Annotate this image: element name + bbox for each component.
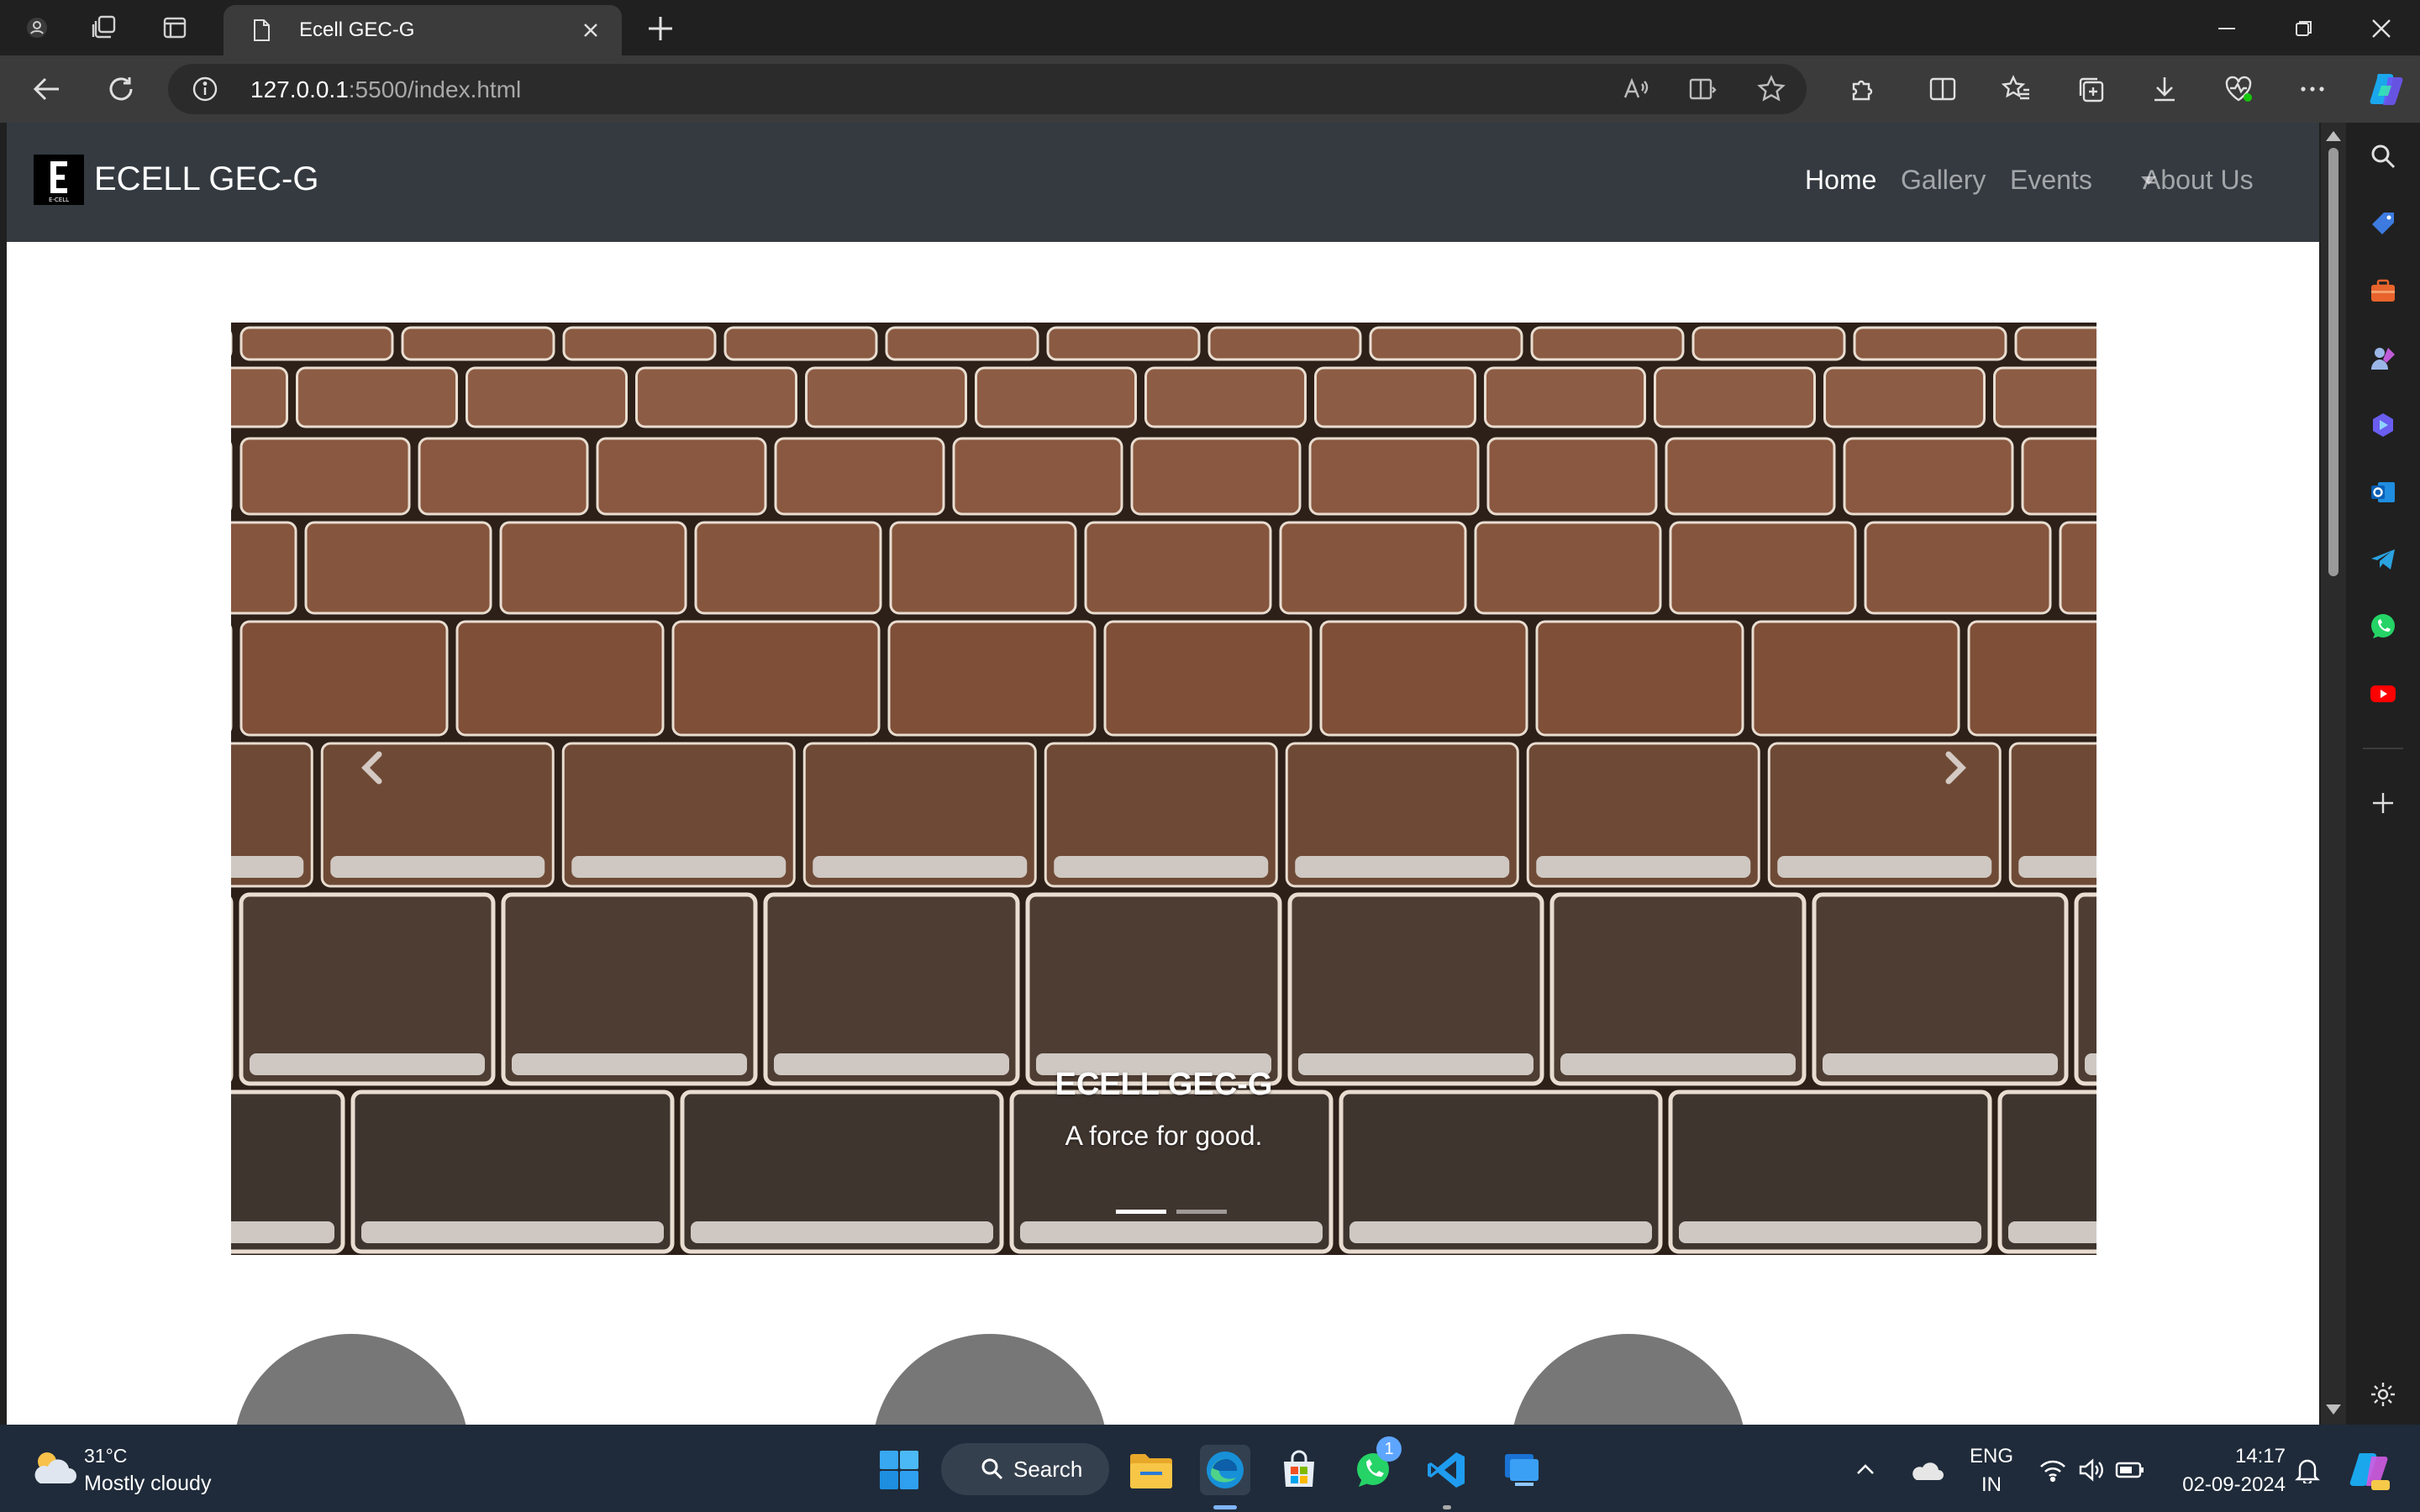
notification-bell-icon[interactable]: [2291, 1445, 2324, 1495]
copilot-icon[interactable]: [2366, 69, 2407, 109]
vscode-icon[interactable]: [1422, 1445, 1472, 1495]
taskbar-search[interactable]: Search: [941, 1443, 1109, 1495]
feature-circle-3: [1511, 1334, 1746, 1425]
nav-gallery[interactable]: Gallery: [1901, 165, 1986, 196]
carousel-indicator-2[interactable]: [1176, 1210, 1227, 1214]
battery-icon[interactable]: [2114, 1445, 2146, 1495]
new-tab-icon[interactable]: [644, 12, 677, 45]
workspaces-icon[interactable]: [87, 11, 121, 45]
restore-icon[interactable]: [2284, 10, 2324, 47]
sidebar-search-icon[interactable]: [2366, 139, 2400, 173]
outlook-icon[interactable]: [2366, 475, 2400, 509]
wifi-icon[interactable]: [2037, 1445, 2069, 1495]
page-icon: [254, 19, 270, 41]
address-bar[interactable]: 127.0.0.1:5500/index.html: [168, 64, 1807, 114]
feature-circle-1: [234, 1334, 469, 1425]
edge-active-indicator: [1213, 1505, 1237, 1509]
read-aloud-icon[interactable]: [1620, 74, 1650, 104]
split-screen-icon[interactable]: [1926, 72, 1960, 106]
volume-icon[interactable]: [2075, 1445, 2107, 1495]
carousel-indicator-1[interactable]: [1116, 1210, 1166, 1214]
weather-description[interactable]: Mostly cloudy: [84, 1472, 211, 1496]
games-icon[interactable]: [2366, 341, 2400, 375]
carousel-next-icon[interactable]: [1928, 743, 1979, 793]
search-label: Search: [1013, 1456, 1083, 1482]
carousel-caption-text: A force for good.: [1065, 1121, 1263, 1151]
favorites-icon[interactable]: [2000, 72, 2033, 106]
close-tab-icon[interactable]: [578, 18, 603, 43]
add-sidebar-app-icon[interactable]: [2366, 786, 2400, 820]
extensions-icon[interactable]: [1845, 72, 1879, 106]
copilot-taskbar-icon[interactable]: [2344, 1445, 2395, 1495]
favorite-star-icon[interactable]: [1756, 74, 1786, 104]
url-host: 127.0.0.1: [250, 76, 349, 102]
whatsapp-sidebar-icon[interactable]: [2366, 610, 2400, 643]
back-icon[interactable]: [29, 71, 66, 108]
youtube-icon[interactable]: [2366, 677, 2400, 711]
sidebar-settings-icon[interactable]: [2366, 1378, 2400, 1411]
edge-sidebar: [2346, 123, 2420, 1425]
nav-home[interactable]: Home: [1805, 165, 1876, 196]
weather-temperature[interactable]: 31°C: [84, 1445, 127, 1467]
scroll-up-icon[interactable]: [2326, 131, 2341, 141]
site-info-icon[interactable]: [192, 76, 218, 102]
tab-active[interactable]: Ecell GEC-G: [224, 5, 622, 55]
clock-date[interactable]: 02-09-2024: [2168, 1473, 2286, 1497]
show-hidden-icons-chevron[interactable]: [1849, 1445, 1882, 1495]
vscode-running-indicator: [1443, 1505, 1451, 1509]
windows-taskbar: 31°C Mostly cloudy Search 1 ENG IN 14:17…: [0, 1425, 2420, 1512]
nav-about-us[interactable]: About Us: [2143, 165, 2254, 196]
tab-actions-icon[interactable]: [158, 11, 192, 45]
auditorium-seats-image: [231, 323, 2096, 1255]
nav-events-dropdown[interactable]: Events: [2010, 165, 2092, 196]
minimize-icon[interactable]: [2207, 10, 2247, 47]
page-scrollbar[interactable]: [2321, 123, 2346, 1425]
carousel-prev-icon[interactable]: [349, 743, 399, 793]
browser-essentials-icon[interactable]: [2222, 72, 2255, 106]
page-viewport: E-CELL ECELL GEC-G Home Gallery Events A…: [7, 123, 2319, 1425]
profile-icon[interactable]: [20, 11, 54, 45]
browser-titlebar: Ecell GEC-G: [0, 0, 2420, 55]
file-explorer-icon[interactable]: [1126, 1445, 1176, 1495]
more-menu-icon[interactable]: [2296, 72, 2329, 106]
copilot-sidebar-icon[interactable]: [2366, 408, 2400, 442]
tab-title: Ecell GEC-G: [299, 18, 415, 41]
shopping-tag-icon[interactable]: [2366, 207, 2400, 240]
url-path: :5500/index.html: [348, 76, 522, 102]
weather-cloud-icon[interactable]: [29, 1445, 79, 1492]
browser-toolbar: 127.0.0.1:5500/index.html: [0, 55, 2420, 123]
brand-logo[interactable]: E-CELL: [34, 155, 84, 205]
downloads-icon[interactable]: [2148, 72, 2181, 106]
clock-time[interactable]: 14:17: [2168, 1445, 2286, 1468]
search-icon: [981, 1458, 1003, 1480]
logo-text: E-CELL: [49, 197, 69, 203]
scroll-down-icon[interactable]: [2326, 1404, 2341, 1415]
language-indicator-bottom[interactable]: IN: [1970, 1473, 2013, 1497]
language-indicator-top[interactable]: ENG: [1970, 1445, 2013, 1468]
site-navbar: E-CELL ECELL GEC-G Home Gallery Events A…: [7, 123, 2319, 242]
sidebar-divider: [2363, 748, 2403, 749]
telegram-icon[interactable]: [2366, 543, 2400, 576]
carousel-caption-title: ECELL GEC-G: [1055, 1067, 1273, 1102]
refresh-icon[interactable]: [103, 71, 139, 108]
microsoft-store-icon[interactable]: [1274, 1445, 1324, 1495]
edge-browser-icon[interactable]: [1200, 1445, 1250, 1495]
remote-desktop-icon[interactable]: [1496, 1445, 1546, 1495]
hero-carousel[interactable]: ECELL GEC-G A force for good.: [231, 323, 2096, 1255]
feature-circle-2: [872, 1334, 1107, 1425]
tools-briefcase-icon[interactable]: [2366, 274, 2400, 307]
url-text[interactable]: 127.0.0.1:5500/index.html: [250, 76, 521, 103]
whatsapp-notification-badge: 1: [1376, 1436, 1402, 1462]
close-window-icon[interactable]: [2361, 10, 2402, 47]
start-windows-icon[interactable]: [874, 1445, 924, 1495]
scrollbar-thumb[interactable]: [2328, 148, 2338, 576]
brand-name[interactable]: ECELL GEC-G: [94, 160, 318, 198]
onedrive-cloud-icon[interactable]: [1906, 1445, 1948, 1495]
collections-icon[interactable]: [2074, 72, 2107, 106]
immersive-reader-icon[interactable]: [1687, 74, 1718, 104]
